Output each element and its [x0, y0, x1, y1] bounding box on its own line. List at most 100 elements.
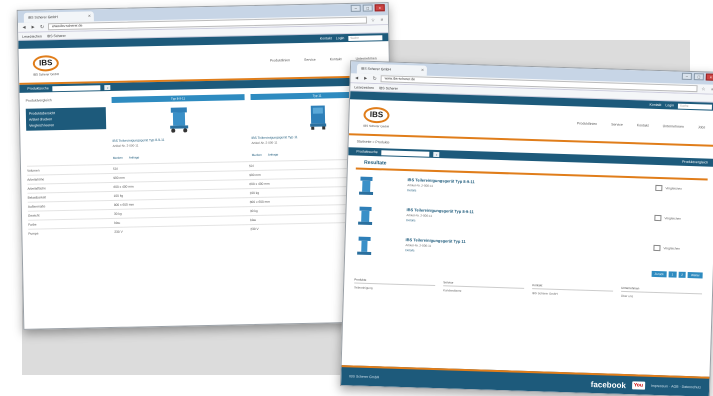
minimize-icon[interactable]: –	[350, 4, 361, 12]
browser-window-compare[interactable]: IBS Scherer GmbH × – □ × ◄ ► ↻ www.ibs-s…	[16, 2, 396, 330]
product-thumbnail	[358, 176, 374, 196]
close-icon[interactable]: ×	[374, 4, 385, 12]
compare-toggle[interactable]: Vergleichen	[655, 184, 705, 193]
logo-badge: IBS	[363, 106, 390, 124]
back-icon[interactable]: ◄	[354, 75, 360, 81]
browser-tab[interactable]: IBS Scherer GmbH ×	[356, 63, 428, 76]
menu-item[interactable]: Kontakt	[637, 123, 649, 127]
logo-subtitle: IBS Scherer GmbH	[363, 123, 390, 129]
star-icon[interactable]: ☆	[700, 86, 706, 92]
compare-checkbox[interactable]	[655, 184, 663, 192]
menu-item[interactable]: Kontakt	[330, 57, 342, 61]
site-search-input[interactable]: Suche	[677, 103, 713, 110]
main-menu: Produktlinien Service Kontakt Unternehme…	[391, 116, 706, 129]
remember-link[interactable]: Merken	[252, 153, 262, 157]
browser-window-listing[interactable]: IBS Scherer GmbH × – □ × ◄ ► ↻ www.ibs-s…	[339, 60, 713, 396]
compare-checkbox[interactable]	[654, 214, 662, 222]
compare-area: Produktvergleich Produktübersicht Artike…	[19, 85, 390, 162]
searchbar-label: Produktsuche	[356, 149, 378, 155]
close-icon[interactable]: ×	[705, 73, 713, 81]
site-search-input[interactable]: Suche	[348, 34, 383, 41]
footer-column-link[interactable]: IBS Scherer GmbH	[532, 291, 613, 298]
menu-item[interactable]: Jobs	[698, 125, 706, 129]
product-search-input[interactable]	[381, 149, 430, 157]
pager-prev-button[interactable]: Zurück	[651, 270, 667, 278]
bookmark-item[interactable]: Lesezeichen	[354, 85, 374, 90]
tab-close-icon[interactable]: ×	[421, 67, 424, 73]
youtube-logo[interactable]: You	[631, 381, 646, 390]
spec-label: Arbeitsfläche	[27, 186, 46, 191]
topbar-link-login[interactable]: Login	[336, 36, 345, 40]
bookmark-item[interactable]: IBS Scherer	[379, 86, 398, 91]
menu-item[interactable]: Unternehmen	[663, 124, 684, 129]
menu-item[interactable]: Produktlinien	[577, 121, 597, 126]
tab-title: IBS Scherer GmbH	[360, 66, 391, 72]
compare-label: Vergleichen	[664, 216, 682, 221]
footer-company: IBS Scherer GmbH	[349, 374, 380, 380]
column-header: Typ 8-9-11	[111, 94, 245, 103]
search-button[interactable]: ›	[433, 151, 440, 157]
footer-column-title: Unternehmen	[621, 285, 703, 295]
bookmark-item[interactable]: Lesezeichen	[22, 34, 42, 38]
compare-toggle[interactable]: Vergleichen	[653, 244, 703, 253]
remember-link[interactable]: Merken	[113, 156, 123, 160]
compare-label: Vergleichen	[665, 186, 683, 191]
menu-item[interactable]: Service	[304, 58, 316, 62]
reload-icon[interactable]: ↻	[372, 75, 378, 81]
footer-column: Service Kundendienst	[443, 280, 525, 295]
tab-close-icon[interactable]: ×	[88, 13, 91, 19]
searchbar-label: Produktsuche	[27, 86, 49, 91]
footer-links[interactable]: Impressum · AGB · Datenschutz	[651, 384, 701, 390]
compare-label: Vergleichen	[663, 246, 681, 251]
footer-column-link[interactable]: Teilereinigung	[354, 286, 435, 293]
search-button[interactable]: ›	[104, 84, 111, 90]
maximize-icon[interactable]: □	[362, 4, 373, 12]
product-search-input[interactable]	[52, 84, 101, 91]
footer-column-title: Kontakt	[532, 283, 614, 292]
footer-column-link[interactable]: Über uns	[621, 294, 702, 301]
spec-label: Belastbarkeit	[27, 195, 47, 200]
forward-icon[interactable]: ►	[363, 75, 369, 81]
compare-nav-item[interactable]: Vergleich leeren	[29, 121, 103, 129]
menu-item[interactable]: Produktlinien	[270, 58, 290, 62]
forward-icon[interactable]: ►	[30, 24, 36, 30]
browser-tab[interactable]: IBS Scherer GmbH ×	[23, 11, 94, 23]
footer-column: Unternehmen Über uns	[621, 285, 703, 301]
minimize-icon[interactable]: –	[681, 72, 692, 81]
menu-item[interactable]: Service	[611, 122, 623, 126]
window-controls: – □ ×	[350, 4, 385, 12]
topbar-link-contact[interactable]: Kontakt	[320, 36, 332, 40]
footer-column-link[interactable]: Kundendienst	[443, 288, 524, 295]
spec-label: Volumen	[27, 168, 40, 173]
inquiry-link[interactable]: Anfrage	[268, 152, 279, 156]
menu-icon[interactable]: ≡	[709, 86, 713, 92]
star-icon[interactable]: ☆	[370, 17, 376, 23]
topbar-link-login[interactable]: Login	[665, 103, 674, 107]
compare-sidebar: Produktvergleich Produktübersicht Artike…	[26, 97, 107, 162]
back-icon[interactable]: ◄	[21, 24, 27, 30]
footer-column-title: Service	[443, 280, 525, 289]
pager-page-button[interactable]: 2	[678, 271, 687, 278]
parts-washer-image	[169, 107, 188, 133]
bookmark-item[interactable]: IBS Scherer	[47, 33, 66, 37]
main-menu: Produktlinien Service Kontakt Unternehme…	[61, 56, 377, 67]
pager-page-button[interactable]: 1	[668, 271, 677, 278]
menu-icon[interactable]: ≡	[379, 17, 385, 23]
product-thumbnail	[358, 206, 373, 226]
inquiry-link[interactable]: Anfrage	[129, 155, 140, 159]
facebook-logo[interactable]: facebook	[591, 379, 626, 389]
spec-value: 230 V	[114, 229, 123, 234]
compare-column: Typ 8-9-11 IBS Teilereinigungsgerät Typ …	[111, 94, 246, 160]
site-logo[interactable]: IBS IBS Scherer GmbH	[361, 106, 392, 128]
topbar-link-contact[interactable]: Kontakt	[649, 103, 661, 107]
logo-subtitle: IBS Scherer GmbH	[33, 71, 59, 77]
reload-icon[interactable]: ↻	[39, 24, 45, 30]
compare-toggle[interactable]: Vergleichen	[654, 214, 704, 223]
footer-column: Produkte Teilereinigung	[354, 277, 436, 293]
compare-checkbox[interactable]	[653, 244, 661, 252]
site-logo[interactable]: IBS IBS Scherer GmbH	[31, 54, 61, 77]
parts-washer-image	[309, 105, 326, 130]
maximize-icon[interactable]: □	[693, 73, 704, 81]
compare-link[interactable]: Produktvergleich	[682, 160, 708, 165]
pager-next-button[interactable]: Weiter	[687, 271, 703, 279]
